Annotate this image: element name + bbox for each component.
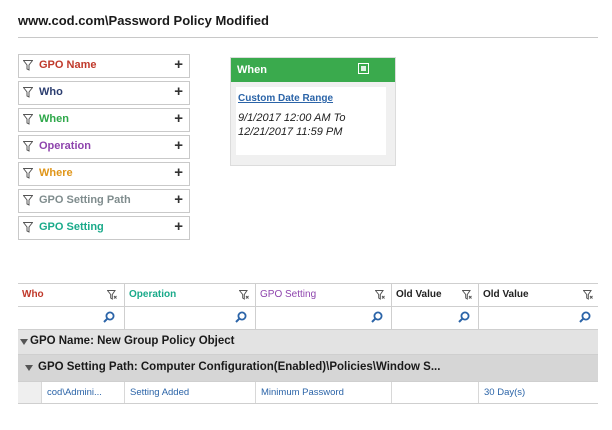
page-title: www.cod.com\Password Policy Modified — [18, 13, 269, 28]
filter-label-operation: Operation — [39, 140, 91, 152]
filter-icon — [23, 222, 33, 233]
date-range-end: 12/21/2017 11:59 PM — [238, 126, 343, 138]
collapse-icon[interactable] — [25, 365, 33, 371]
plus-icon[interactable]: + — [174, 218, 183, 235]
filter-gpo-setting[interactable]: GPO Setting + — [18, 216, 190, 240]
title-divider — [18, 37, 598, 38]
cell-who[interactable]: cod\Admini... — [41, 382, 124, 403]
column-header-old-value-2[interactable]: Old Value — [478, 284, 599, 306]
column-header-who[interactable]: Who — [18, 284, 123, 306]
column-label-old-value-1: Old Value — [396, 289, 442, 300]
column-header-operation[interactable]: Operation — [124, 284, 255, 306]
filter-operation[interactable]: Operation + — [18, 135, 190, 159]
cell-old-value-2[interactable]: 30 Day(s) — [478, 382, 599, 403]
search-cell-who[interactable] — [18, 307, 123, 329]
search-icon[interactable] — [579, 311, 591, 323]
filter-label-gpo-name: GPO Name — [39, 59, 97, 71]
cell-operation[interactable]: Setting Added — [124, 382, 255, 403]
search-cell-old-value-2[interactable] — [478, 307, 599, 329]
filter-icon — [23, 141, 33, 152]
filter-label-who: Who — [39, 86, 63, 98]
filter-icon — [23, 168, 33, 179]
column-label-old-value-2: Old Value — [483, 289, 529, 300]
filter-label-when: When — [39, 113, 69, 125]
filter-icon[interactable] — [239, 290, 249, 300]
column-header-old-value-1[interactable]: Old Value — [391, 284, 478, 306]
filter-when[interactable]: When + — [18, 108, 190, 132]
filter-icon[interactable] — [583, 290, 593, 300]
results-grid: Who Operation GPO Setting Old Value Old … — [18, 283, 598, 404]
grid-header-row: Who Operation GPO Setting Old Value Old … — [18, 283, 598, 307]
filter-icon[interactable] — [462, 290, 472, 300]
cell-operation-text: Setting Added — [130, 387, 190, 398]
when-panel-header: When — [231, 58, 395, 82]
cell-old-value-2-text: 30 Day(s) — [484, 387, 526, 398]
group-label-setting-path: GPO Setting Path: Computer Configuration… — [38, 361, 441, 373]
when-panel-body: Custom Date Range 9/1/2017 12:00 AM To 1… — [236, 87, 386, 155]
column-label-gpo-setting: GPO Setting — [260, 289, 317, 300]
group-row-gpo-name[interactable]: GPO Name: New Group Policy Object — [18, 330, 598, 355]
column-label-who: Who — [22, 289, 44, 300]
filter-icon — [23, 114, 33, 125]
search-cell-old-value-1[interactable] — [391, 307, 478, 329]
filter-gpo-name[interactable]: GPO Name + — [18, 54, 190, 78]
column-header-gpo-setting[interactable]: GPO Setting — [255, 284, 391, 306]
cell-who-text: cod\Admini... — [47, 387, 102, 398]
cell-old-value-1[interactable] — [391, 382, 478, 403]
filter-icon — [23, 195, 33, 206]
search-icon[interactable] — [371, 311, 383, 323]
table-row[interactable]: cod\Admini... Setting Added Minimum Pass… — [18, 382, 598, 404]
date-range-start: 9/1/2017 12:00 AM To — [238, 112, 346, 124]
plus-icon[interactable]: + — [174, 83, 183, 100]
filter-icon[interactable] — [375, 290, 385, 300]
search-icon[interactable] — [235, 311, 247, 323]
remove-icon[interactable] — [358, 63, 369, 74]
filter-label-gpo-setting: GPO Setting — [39, 221, 104, 233]
when-panel: When Custom Date Range 9/1/2017 12:00 AM… — [230, 57, 396, 166]
filter-icon[interactable] — [107, 290, 117, 300]
filter-label-where: Where — [39, 167, 73, 179]
group-label-gpo-name: GPO Name: New Group Policy Object — [30, 335, 235, 347]
cell-gpo-setting[interactable]: Minimum Password — [255, 382, 391, 403]
search-icon[interactable] — [458, 311, 470, 323]
filter-label-gpo-setting-path: GPO Setting Path — [39, 194, 131, 206]
when-panel-title: When — [237, 64, 267, 76]
search-cell-gpo-setting[interactable] — [255, 307, 391, 329]
plus-icon[interactable]: + — [174, 137, 183, 154]
filter-list: GPO Name + Who + When + Operation + Wher… — [18, 54, 190, 243]
column-label-operation: Operation — [129, 289, 177, 300]
collapse-icon[interactable] — [20, 339, 28, 345]
filter-icon — [23, 87, 33, 98]
search-cell-operation[interactable] — [124, 307, 255, 329]
filter-who[interactable]: Who + — [18, 81, 190, 105]
plus-icon[interactable]: + — [174, 110, 183, 127]
custom-date-range-link[interactable]: Custom Date Range — [238, 93, 333, 104]
search-icon[interactable] — [103, 311, 115, 323]
row-indent — [18, 382, 41, 403]
plus-icon[interactable]: + — [174, 191, 183, 208]
filter-gpo-setting-path[interactable]: GPO Setting Path + — [18, 189, 190, 213]
grid-filter-row — [18, 307, 598, 330]
group-row-setting-path[interactable]: GPO Setting Path: Computer Configuration… — [18, 355, 598, 382]
date-range-text: 9/1/2017 12:00 AM To 12/21/2017 11:59 PM — [238, 111, 386, 139]
plus-icon[interactable]: + — [174, 164, 183, 181]
filter-where[interactable]: Where + — [18, 162, 190, 186]
filter-icon — [23, 60, 33, 71]
plus-icon[interactable]: + — [174, 56, 183, 73]
cell-gpo-setting-text: Minimum Password — [261, 387, 344, 398]
